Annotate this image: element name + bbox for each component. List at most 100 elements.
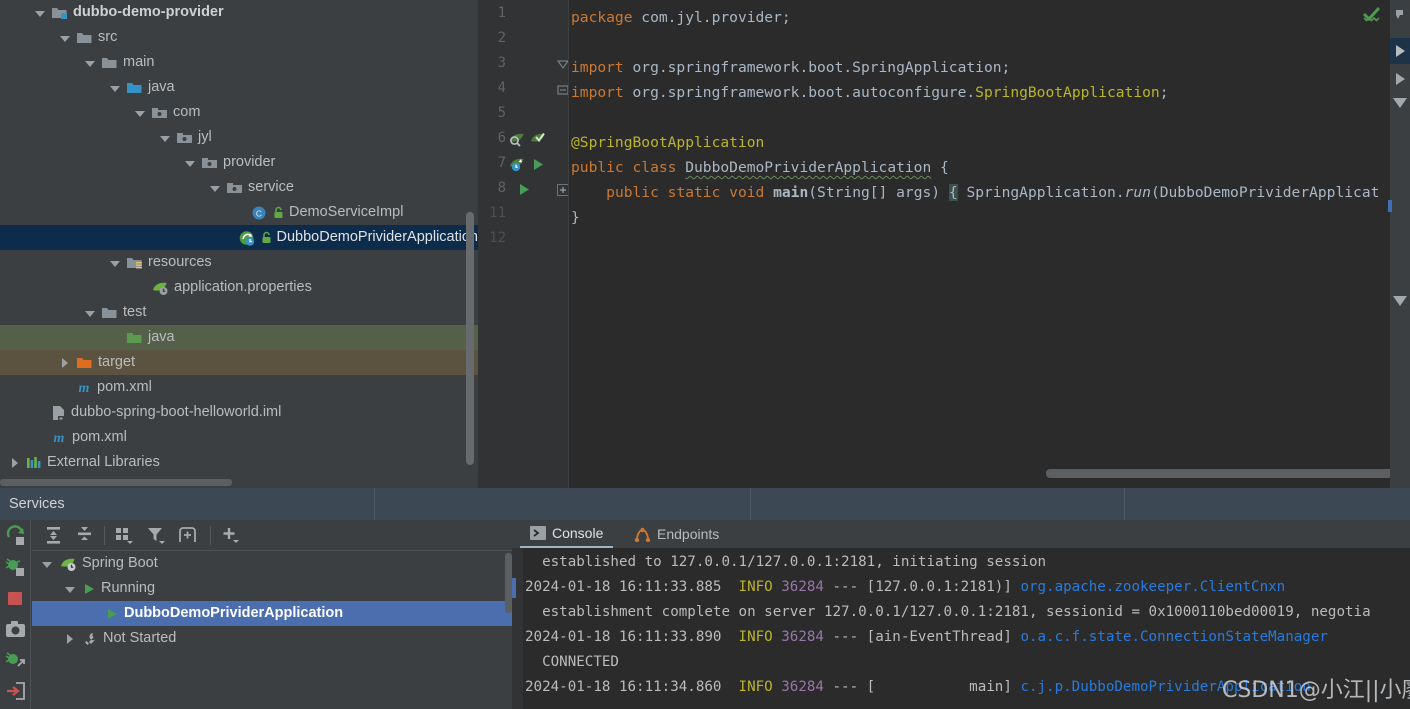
services-toolbar[interactable]	[32, 520, 512, 551]
exit-icon[interactable]	[5, 681, 27, 703]
console-tab-bar[interactable]: Console Endpoints	[512, 520, 1410, 548]
maven-icon: m	[76, 380, 92, 395]
project-tree-row[interactable]: provider	[0, 150, 478, 175]
rerun-icon[interactable]	[5, 525, 27, 547]
filter-icon[interactable]	[146, 525, 168, 545]
console-pane[interactable]: Console Endpoints established to 127.0.0…	[512, 520, 1410, 709]
console-text[interactable]: established to 127.0.0.1/127.0.0.1:2181,…	[523, 548, 1410, 709]
chevron-down-icon[interactable]	[158, 131, 172, 145]
project-tree-row[interactable]: main	[0, 50, 478, 75]
chevron-down-icon[interactable]	[83, 56, 97, 70]
editor-text-area[interactable]: package com.jyl.provider; import org.spri…	[568, 0, 1410, 488]
camera-snapshot-icon[interactable]	[5, 619, 27, 641]
services-tab-strip[interactable]: Services	[0, 488, 1410, 520]
editor-code-line[interactable]: import org.springframework.boot.SpringAp…	[571, 55, 1010, 80]
spring-boot-bean-icon[interactable]	[508, 156, 525, 178]
editor-code-line[interactable]: @SpringBootApplication	[571, 130, 764, 155]
project-tree-row[interactable]: resources	[0, 250, 478, 275]
tab-endpoints-label: Endpoints	[657, 526, 720, 542]
chevron-down-icon[interactable]	[63, 582, 77, 596]
editor-code-line[interactable]: }	[571, 205, 580, 230]
scroll-bottom-button[interactable]	[1390, 290, 1410, 312]
chevron-down-icon[interactable]	[40, 557, 54, 571]
chevron-down-icon[interactable]	[108, 81, 122, 95]
run-arrow-icon[interactable]	[518, 183, 531, 201]
project-tree-row[interactable]: m pom.xml	[0, 425, 478, 450]
next-occurrence-button[interactable]	[1390, 38, 1410, 64]
package-icon	[151, 105, 168, 120]
source-root-folder-icon	[126, 80, 143, 95]
chevron-right-icon[interactable]	[8, 456, 22, 470]
services-tab-label[interactable]: Services	[9, 488, 65, 520]
chevron-down-icon[interactable]	[58, 31, 72, 45]
toolbar-divider	[30, 520, 31, 709]
services-tree-row-label: Not Started	[103, 630, 177, 646]
editor-code-line[interactable]: public static void main(String[] args) {…	[571, 180, 1379, 205]
run-arrow-icon[interactable]	[532, 158, 545, 176]
project-tree-row-label: DubboDemoPrividerApplication	[276, 229, 479, 245]
chevron-right-icon[interactable]	[63, 632, 77, 646]
scroll-down-button[interactable]	[1390, 92, 1410, 114]
spring-config-checked-icon[interactable]	[529, 131, 546, 153]
project-tree-row[interactable]: application.properties	[0, 275, 478, 300]
project-tree-row[interactable]: java	[0, 75, 478, 100]
project-tree-row[interactable]: dubbo-demo-provider	[0, 0, 478, 25]
editor-line-number: 8	[497, 180, 506, 196]
add-icon[interactable]	[220, 525, 242, 545]
project-tree-row[interactable]: test	[0, 300, 478, 325]
run-side-toolbar[interactable]	[0, 520, 31, 709]
wrench-icon	[82, 631, 98, 646]
chevron-down-icon[interactable]	[183, 156, 197, 170]
tab-strip-divider	[374, 488, 375, 520]
editor-markup-strip[interactable]	[1388, 0, 1410, 488]
services-tree-row[interactable]: DubboDemoPrividerApplication	[32, 601, 512, 626]
services-tree-scrollbar[interactable]	[505, 553, 512, 613]
project-tree-row[interactable]: C DemoServiceImpl	[0, 200, 478, 225]
code-editor[interactable]: 1 2 3 4 5 6 7 8 11 12 package com.jyl.provider; im…	[478, 0, 1410, 488]
expand-all-icon[interactable]	[44, 525, 66, 545]
project-tree-row[interactable]: target	[0, 350, 478, 375]
project-tree-vertical-scrollbar[interactable]	[466, 212, 474, 465]
stop-icon[interactable]	[5, 588, 27, 610]
editor-code-line[interactable]: package com.jyl.provider;	[571, 5, 791, 30]
chevron-right-icon[interactable]	[58, 356, 72, 370]
show-tabs-icon[interactable]	[178, 525, 200, 545]
project-tree-row[interactable]: dubbo-spring-boot-helloworld.iml	[0, 400, 478, 425]
tab-endpoints[interactable]: Endpoints	[624, 520, 729, 548]
chevron-down-icon[interactable]	[108, 256, 122, 270]
project-tree-row[interactable]: java	[0, 325, 478, 350]
services-tree-row[interactable]: Running	[32, 576, 512, 601]
debug-rerun-icon[interactable]	[5, 556, 27, 578]
editor-code-line[interactable]: public class DubboDemoPrividerApplicatio…	[571, 155, 949, 180]
prev-occurrence-button[interactable]	[1390, 66, 1410, 92]
services-tree-pane[interactable]: Spring Boot Running DubboDemoPrividerAppli…	[32, 520, 512, 709]
project-tree-row[interactable]: service	[0, 175, 478, 200]
project-tree-row[interactable]: src	[0, 25, 478, 50]
services-tree-row-label: Running	[101, 580, 156, 596]
tab-console[interactable]: Console	[520, 520, 614, 548]
inspections-widget-icon[interactable]	[1392, 8, 1408, 26]
chevron-down-icon[interactable]	[83, 306, 97, 320]
editor-code-line[interactable]: import org.springframework.boot.autoconf…	[571, 80, 1168, 105]
group-by-icon[interactable]	[114, 525, 136, 545]
chevron-down-icon[interactable]	[208, 181, 222, 195]
project-tree-row[interactable]: jyl	[0, 125, 478, 150]
services-tree-rows[interactable]: Spring Boot Running DubboDemoPrividerAppli…	[32, 551, 512, 651]
project-tree-row[interactable]: m pom.xml	[0, 375, 478, 400]
project-tree-row[interactable]: com	[0, 100, 478, 125]
project-tree-row[interactable]: External Libraries	[0, 450, 478, 475]
collapse-all-icon[interactable]	[75, 525, 97, 545]
editor-horizontal-scrollbar[interactable]	[1046, 469, 1410, 478]
debug-attach-icon[interactable]	[5, 650, 27, 672]
project-tool-window[interactable]: dubbo-demo-provider src main java com jyl prov…	[0, 0, 478, 488]
editor-gutter[interactable]: 1 2 3 4 5 6 7 8 11 12	[478, 0, 570, 488]
project-tree-horizontal-scrollbar[interactable]	[0, 479, 232, 486]
chevron-down-icon[interactable]	[33, 6, 47, 20]
services-tree-row[interactable]: Spring Boot	[32, 551, 512, 576]
console-output[interactable]: established to 127.0.0.1/127.0.0.1:2181,…	[512, 548, 1410, 709]
chevron-down-icon[interactable]	[133, 106, 147, 120]
no-errors-checkmark-icon[interactable]	[1362, 5, 1382, 23]
services-tree-row[interactable]: Not Started	[32, 626, 512, 651]
spring-bean-search-icon[interactable]	[508, 131, 525, 153]
project-tree-row[interactable]: DubboDemoPrividerApplication	[0, 225, 478, 250]
